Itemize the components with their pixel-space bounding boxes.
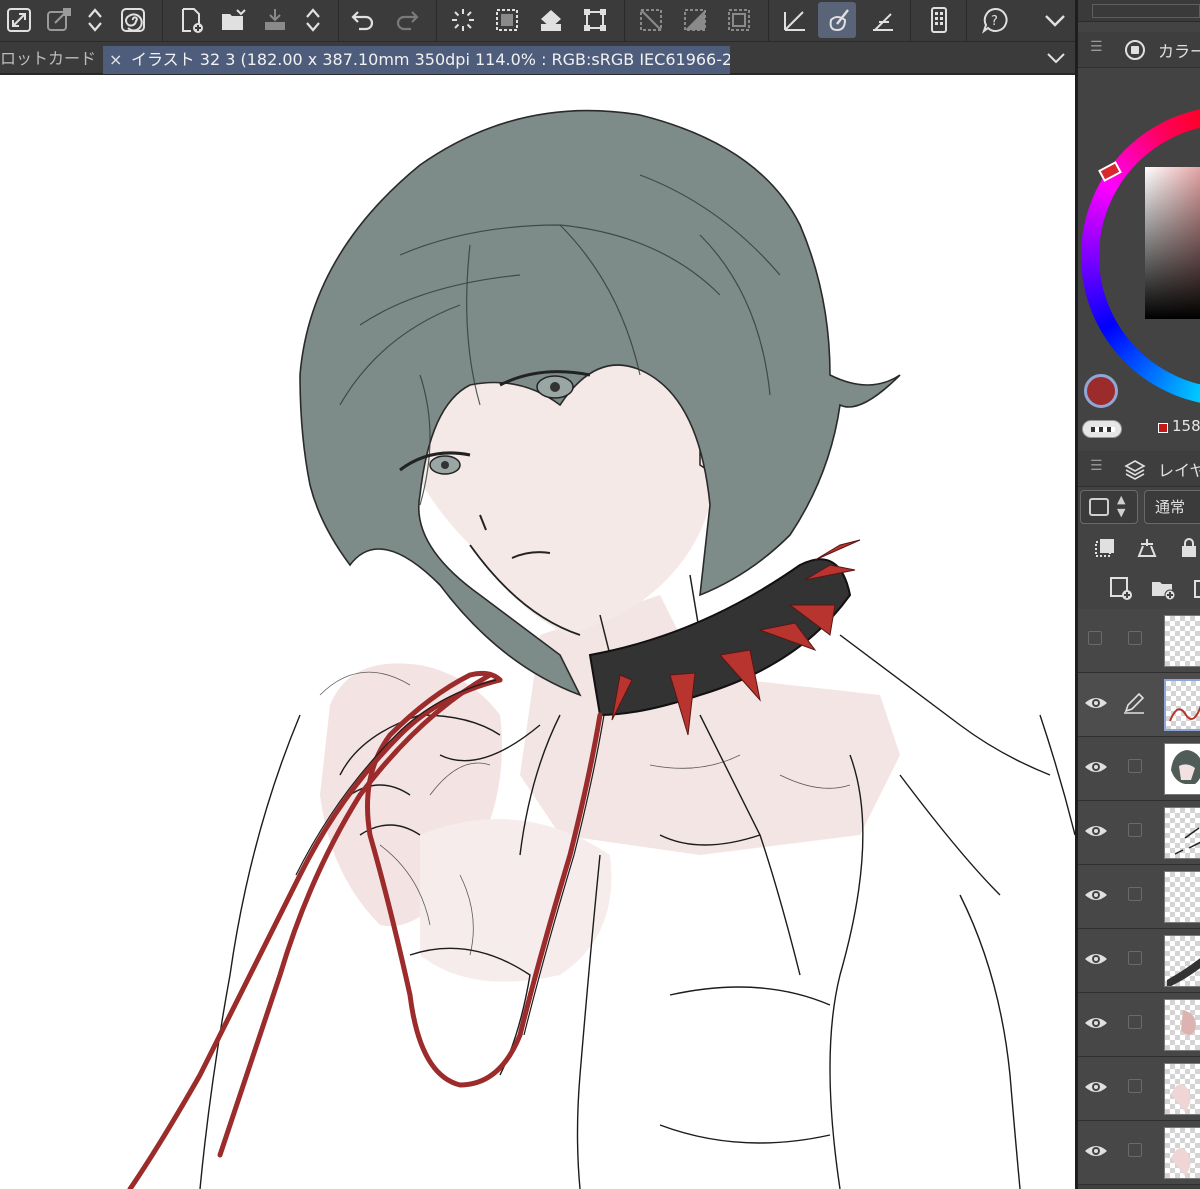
layer-lock-checkbox[interactable] (1128, 631, 1142, 645)
blend-mode-select[interactable]: 通常 (1144, 490, 1200, 524)
layer-row[interactable] (1078, 609, 1200, 673)
layer-thumbnail[interactable] (1164, 679, 1200, 731)
layer-visibility-eye-icon[interactable] (1084, 759, 1108, 775)
layer-lock-checkbox[interactable] (1128, 759, 1142, 773)
select-dashed-icon[interactable] (488, 2, 526, 38)
new-layer-extra-icon[interactable] (1192, 575, 1200, 601)
layer-row[interactable] (1078, 673, 1200, 737)
red-channel-swatch (1158, 423, 1168, 433)
layer-thumbnail[interactable] (1164, 807, 1200, 859)
opacity-control[interactable]: ▲ ▼ (1080, 490, 1138, 524)
layer-thumbnail[interactable] (1164, 999, 1200, 1051)
main-color-swatch[interactable] (1084, 374, 1118, 408)
layer-row[interactable] (1078, 929, 1200, 993)
layer-row[interactable] (1078, 801, 1200, 865)
layer-thumbnail[interactable] (1164, 1127, 1200, 1179)
color-panel-menu-icon[interactable]: ☰ (1090, 40, 1103, 54)
svg-text:?: ? (991, 14, 998, 29)
color-panel-header: ☰ カラー (1078, 32, 1200, 68)
main-toolbar: ? (0, 0, 1200, 42)
color-panel-title: カラー (1158, 42, 1200, 61)
save-icon[interactable] (256, 2, 294, 38)
layer-visibility-eye-icon[interactable] (1084, 1143, 1108, 1159)
layer-row[interactable] (1078, 737, 1200, 801)
layer-lock-checkbox[interactable] (1128, 1143, 1142, 1157)
perspective-ruler-icon[interactable] (864, 2, 902, 38)
layer-thumbnail[interactable] (1164, 1063, 1200, 1115)
layer-visibility-eye-icon[interactable] (1084, 695, 1108, 711)
chest-blush (420, 819, 612, 982)
smartphone-icon[interactable] (920, 2, 958, 38)
layer-row[interactable] (1078, 993, 1200, 1057)
layers-icon[interactable] (1124, 458, 1146, 480)
layer-thumbnail[interactable] (1164, 743, 1200, 795)
layer-row[interactable] (1078, 1057, 1200, 1121)
tab-active-label: イラスト 32 3 (182.00 x 387.10mm 350dpi 114.… (131, 50, 730, 69)
layer-thumbnail[interactable] (1164, 935, 1200, 987)
saturation-value-square[interactable] (1145, 167, 1200, 319)
clear-selection-icon[interactable] (720, 2, 758, 38)
new-folder-icon[interactable] (1150, 575, 1176, 601)
layer-panel: ☰ レイヤ ▲ ▼ 通常 (1078, 451, 1200, 1189)
active-brush-icon[interactable] (818, 2, 856, 38)
layer-lock-checkbox[interactable] (1128, 887, 1142, 901)
clip-layer-icon[interactable] (1092, 535, 1118, 561)
color-circle-icon[interactable] (1124, 39, 1146, 61)
layer-list (1078, 609, 1200, 1189)
layer-thumbnail[interactable] (1164, 615, 1200, 667)
layer-lock-checkbox[interactable] (1128, 1015, 1142, 1029)
canvas-resize-icon[interactable] (0, 2, 38, 38)
open-file-icon[interactable] (214, 2, 252, 38)
tab-active-document[interactable]: × イラスト 32 3 (182.00 x 387.10mm 350dpi 11… (103, 46, 730, 74)
layer-lock-checkbox[interactable] (1128, 951, 1142, 965)
help-icon[interactable]: ? (976, 2, 1014, 38)
selection-fill-icon[interactable] (676, 2, 714, 38)
artwork (127, 109, 1075, 1189)
panel-top-strip (1078, 0, 1200, 22)
hide-selection-icon[interactable] (632, 2, 670, 38)
color-wheel-panel: 158 (1078, 81, 1200, 441)
menu-chevron-icon[interactable] (1036, 2, 1074, 38)
spiral-icon[interactable] (114, 2, 152, 38)
ruler-icon[interactable] (776, 2, 814, 38)
layer-visibility-eye-icon[interactable] (1084, 1079, 1108, 1095)
new-file-icon[interactable] (172, 2, 210, 38)
layer-visibility-eye-icon[interactable] (1084, 823, 1108, 839)
order-arrows-icon[interactable] (76, 2, 114, 38)
fill-bucket-icon[interactable] (532, 2, 570, 38)
drawing-canvas[interactable] (0, 75, 1075, 1189)
layer-property-row: ▲ ▼ 通常 (1078, 487, 1200, 525)
new-raster-layer-icon[interactable] (1108, 575, 1134, 601)
layer-row[interactable] (1078, 1121, 1200, 1185)
tab-previous-document[interactable]: ロットカード (0, 47, 100, 71)
loading-icon[interactable] (444, 2, 482, 38)
layer-create-row (1078, 571, 1200, 607)
layer-lock-checkbox[interactable] (1128, 823, 1142, 837)
layer-panel-title: レイヤ (1158, 461, 1200, 480)
rgb-red-value[interactable]: 158 (1172, 417, 1200, 435)
layer-thumbnail[interactable] (1164, 871, 1200, 923)
tab-menu-chevron-icon[interactable] (1045, 48, 1067, 68)
layer-row[interactable] (1078, 865, 1200, 929)
reference-layer-icon[interactable] (1134, 535, 1160, 561)
lock-layer-icon[interactable] (1176, 535, 1200, 561)
layer-visibility-eye-icon[interactable] (1084, 1015, 1108, 1031)
layer-panel-menu-icon[interactable]: ☰ (1090, 459, 1103, 473)
layer-visibility-eye-icon[interactable] (1084, 951, 1108, 967)
right-panel: ☰ カラー 158 ☰ レイヤ ▲ ▼ 通常 (1078, 0, 1200, 1189)
layer-visibility-checkbox[interactable] (1088, 631, 1102, 645)
layer-visibility-eye-icon[interactable] (1084, 887, 1108, 903)
transform-icon[interactable] (576, 2, 614, 38)
transparent-color-button[interactable] (1082, 420, 1122, 438)
transform-lock-icon[interactable] (40, 2, 78, 38)
document-tab-bar: ロットカード × イラスト 32 3 (182.00 x 387.10mm 35… (0, 42, 1077, 74)
tab-close-icon[interactable]: × (109, 46, 122, 74)
layer-edit-pen-icon[interactable] (1122, 691, 1146, 715)
expand-arrows-icon[interactable] (294, 2, 332, 38)
redo-icon[interactable] (388, 2, 426, 38)
layer-tools-row (1078, 531, 1200, 567)
undo-icon[interactable] (344, 2, 382, 38)
layer-lock-checkbox[interactable] (1128, 1079, 1142, 1093)
layer-panel-header: ☰ レイヤ (1078, 451, 1200, 487)
